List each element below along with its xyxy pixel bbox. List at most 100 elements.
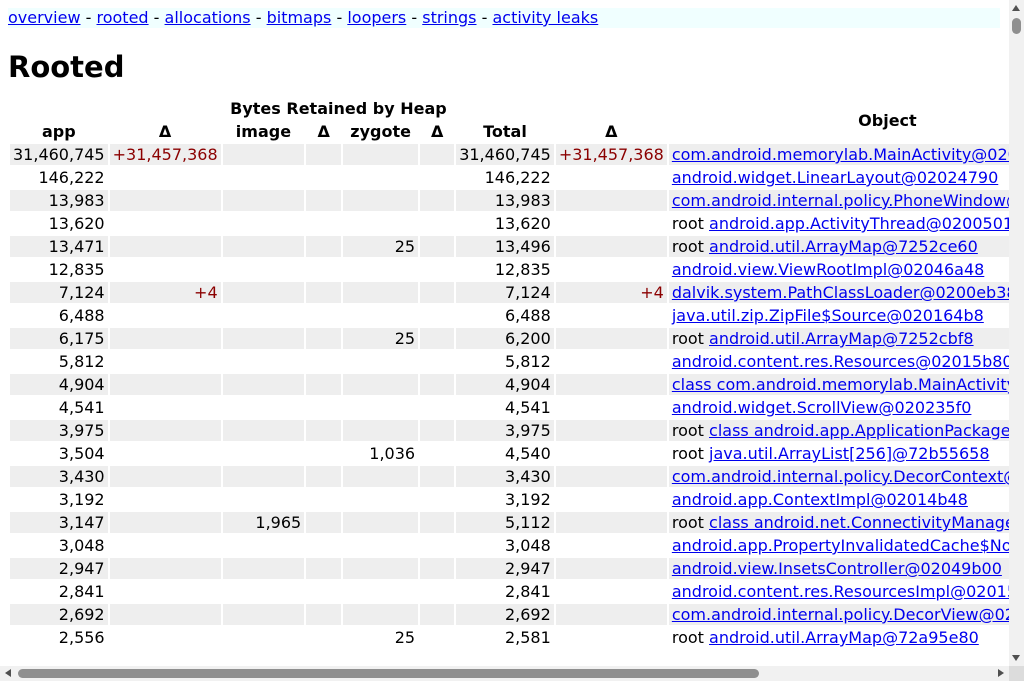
cell-zygote-delta	[420, 558, 455, 579]
table-row: 2,556 25 2,581 root android.util.ArrayMap@7…	[10, 627, 1009, 648]
table-row: 3,048 3,048 android.app.PropertyInvalidate…	[10, 535, 1009, 556]
cell-total-delta	[556, 305, 667, 326]
object-link[interactable]: android.app.ActivityThread@02005010	[709, 214, 1009, 233]
object-link[interactable]: android.util.ArrayMap@72a95e80	[709, 628, 979, 647]
cell-total-delta	[556, 259, 667, 280]
object-link[interactable]: com.android.internal.policy.PhoneWindow@…	[672, 191, 1009, 210]
cell-zygote-delta	[420, 305, 454, 326]
cell-total-delta	[555, 558, 667, 579]
object-link[interactable]: android.app.ContextImpl@02014b48	[672, 490, 968, 509]
cell-object: com.android.internal.policy.DecorView@02…	[668, 604, 1009, 625]
scroll-down-arrow-icon[interactable]	[1012, 655, 1020, 661]
cell-image-delta	[306, 259, 341, 280]
object-link[interactable]: android.view.ViewRootImpl@02046a48	[672, 260, 984, 279]
nav-link-activity-leaks[interactable]: activity leaks	[492, 8, 598, 27]
nav-link-bitmaps[interactable]: bitmaps	[267, 8, 332, 27]
object-link[interactable]: android.view.InsetsController@02049b00	[672, 559, 1002, 578]
nav-link-loopers[interactable]: loopers	[347, 8, 406, 27]
object-link[interactable]: dalvik.system.PathClassLoader@0200eb38	[672, 283, 1009, 302]
object-link[interactable]: android.app.PropertyInvalidatedCache$Non…	[672, 536, 1009, 555]
cell-total-delta: +31,457,368	[555, 144, 667, 165]
vertical-scroll-thumb[interactable]	[1012, 18, 1021, 34]
object-link[interactable]: class com.android.memorylab.MainActivity	[672, 375, 1009, 394]
cell-total-delta	[556, 213, 667, 234]
object-link[interactable]: android.widget.LinearLayout@02024790	[672, 168, 998, 187]
object-link[interactable]: android.util.ArrayMap@7252ce60	[709, 237, 978, 256]
vertical-scrollbar[interactable]	[1009, 0, 1024, 666]
table-body: 31,460,745 +31,457,368 31,460,745 +31,457,3…	[10, 144, 1009, 648]
cell-total: 7,124	[456, 282, 554, 303]
cell-total: 5,112	[456, 512, 554, 533]
horizontal-scroll-thumb[interactable]	[18, 669, 759, 678]
cell-app: 3,147	[10, 512, 108, 533]
nav-link-strings[interactable]: strings	[422, 8, 476, 27]
cell-total: 2,581	[504, 628, 551, 647]
object-link[interactable]: android.widget.ScrollView@020235f0	[672, 398, 972, 417]
cell-zygote	[343, 144, 419, 165]
nav-link-rooted[interactable]: rooted	[97, 8, 149, 27]
object-link[interactable]: com.android.internal.policy.DecorContext…	[672, 467, 1009, 486]
table-group-header-row: Bytes Retained by Heap Object	[10, 98, 1009, 130]
cell-object: android.content.res.ResourcesImpl@020158…	[669, 581, 1009, 602]
root-prefix: root	[671, 214, 704, 233]
table-row: 146,222 146,222 android.widget.LinearLayou…	[10, 167, 1009, 188]
object-link[interactable]: class android.app.ApplicationPackageMana…	[709, 421, 1009, 440]
cell-object: java.util.zip.ZipFile$Source@020164b8	[669, 305, 1009, 326]
cell-app-delta	[109, 374, 221, 395]
table-row: 3,504 1,036 4,540 root java.util.ArrayList[…	[10, 443, 1009, 464]
cell-image	[222, 420, 305, 441]
cell-zygote-delta	[420, 282, 455, 303]
cell-app-delta	[110, 305, 221, 326]
cell-zygote: 25	[343, 236, 419, 257]
cell-image	[222, 604, 305, 625]
cell-app: 13,983	[10, 190, 108, 211]
cell-zygote-delta	[420, 535, 454, 556]
scrollbar-corner	[1009, 666, 1024, 681]
scroll-right-arrow-icon[interactable]	[998, 669, 1004, 677]
object-link[interactable]: android.util.ArrayMap@7252cbf8	[709, 329, 974, 348]
cell-total-delta	[556, 167, 667, 188]
nav-separator: -	[153, 8, 160, 27]
table-row: 13,620 13,620 root android.app.ActivityThr…	[10, 213, 1009, 234]
nav-link-overview[interactable]: overview	[8, 8, 81, 27]
root-prefix: root	[671, 421, 704, 440]
cell-image-delta	[306, 305, 341, 326]
object-link[interactable]: java.util.zip.ZipFile$Source@020164b8	[672, 306, 984, 325]
cell-zygote	[343, 305, 418, 326]
cell-total-delta	[556, 351, 667, 372]
cell-zygote	[343, 213, 418, 234]
nav-separator: -	[336, 8, 343, 27]
cell-zygote-delta	[420, 627, 454, 648]
cell-app-delta	[109, 604, 221, 625]
root-prefix: root	[671, 444, 704, 463]
column-header-image-delta: Δ	[317, 122, 330, 141]
cell-total-delta	[556, 397, 667, 418]
cell-zygote	[343, 512, 419, 533]
nav-link-allocations[interactable]: allocations	[165, 8, 251, 27]
cell-app-delta	[109, 558, 221, 579]
cell-total-delta	[556, 627, 667, 648]
nav-bar: overview - rooted - allocations - bitmap…	[8, 8, 1000, 28]
cell-image	[223, 213, 305, 234]
cell-image	[222, 236, 305, 257]
object-link[interactable]: java.util.ArrayList[256]@72b55658	[709, 444, 990, 463]
cell-total: 2,947	[456, 558, 554, 579]
cell-total: 6,200	[456, 328, 554, 349]
cell-object: root android.util.ArrayMap@7252cbf8	[668, 328, 1009, 349]
cell-zygote-delta	[420, 466, 455, 487]
cell-total-delta	[555, 466, 667, 487]
cell-image	[223, 167, 305, 188]
object-link[interactable]: android.content.res.ResourcesImpl@020158…	[672, 582, 1009, 601]
cell-image-delta	[306, 190, 342, 211]
scroll-up-arrow-icon[interactable]	[1012, 5, 1020, 11]
cell-image	[223, 489, 305, 510]
column-header-app-delta: Δ	[158, 122, 172, 141]
cell-total: 31,460,745	[456, 144, 554, 165]
object-link[interactable]: class android.net.ConnectivityManager	[709, 513, 1009, 532]
object-link[interactable]: com.android.internal.policy.DecorView@02…	[672, 605, 1009, 624]
object-link[interactable]: com.android.memorylab.MainActivity@02015…	[672, 145, 1009, 164]
scroll-left-arrow-icon[interactable]	[5, 669, 11, 677]
object-link[interactable]: android.content.res.Resources@02015b80	[672, 352, 1009, 371]
horizontal-scrollbar[interactable]	[0, 666, 1009, 681]
cell-app: 13,471	[10, 236, 108, 257]
